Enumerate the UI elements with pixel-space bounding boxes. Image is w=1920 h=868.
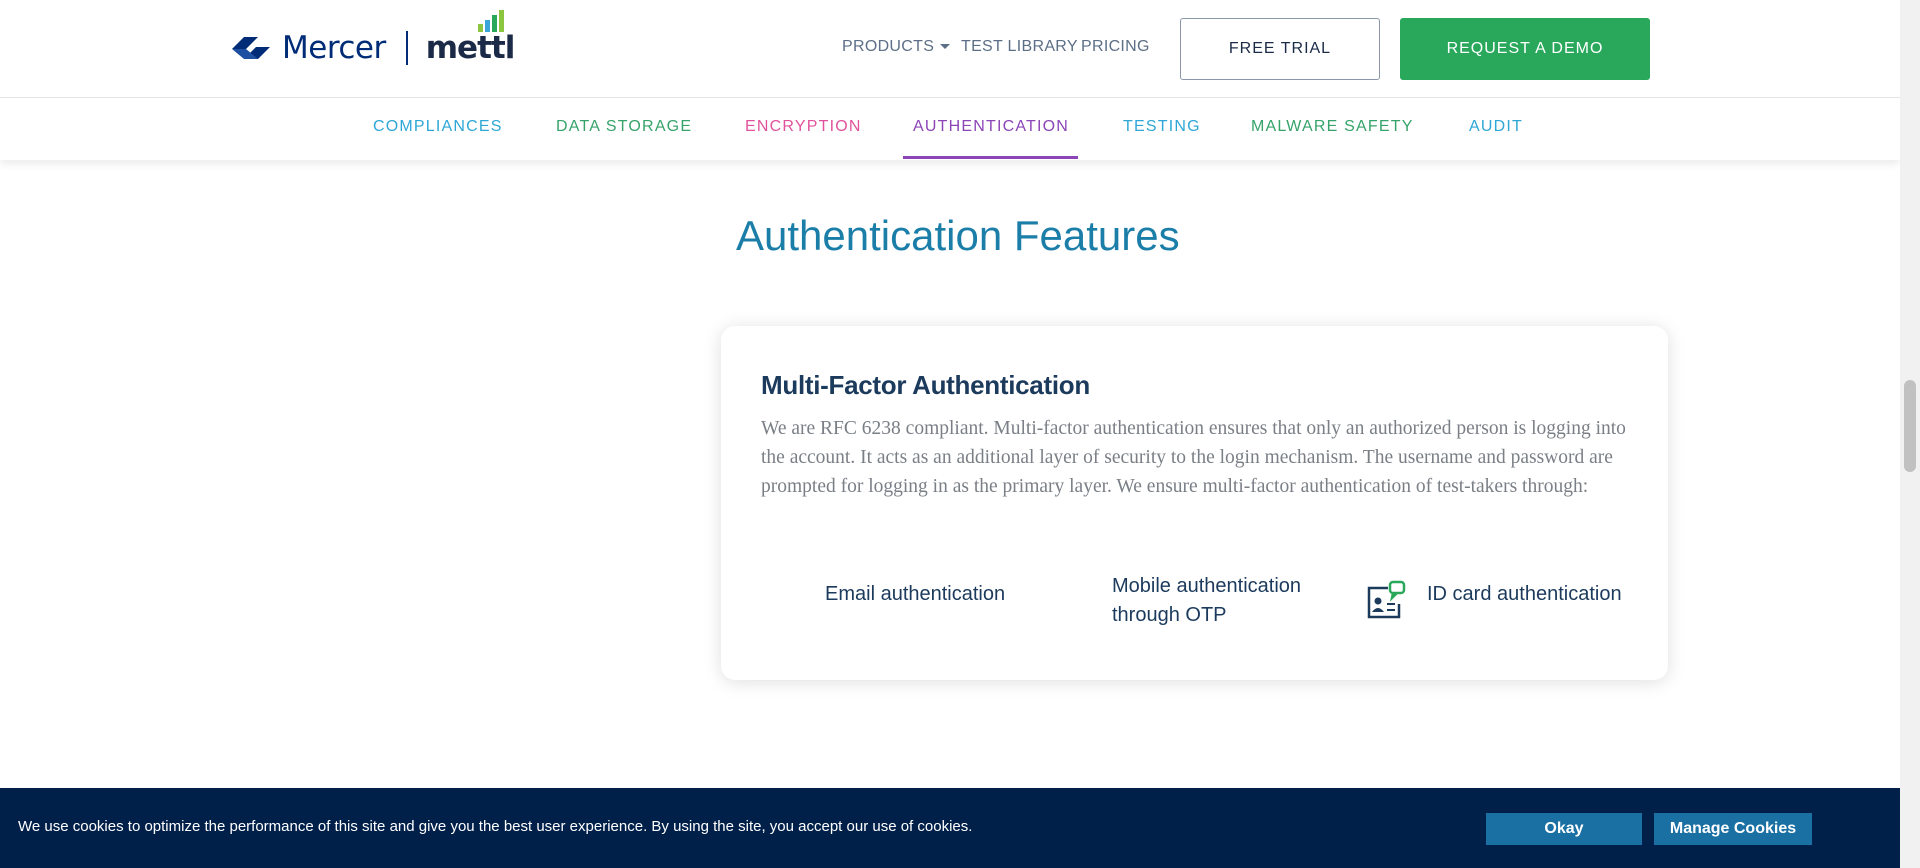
method-email: Email authentication [825,580,1005,609]
mettl-logo: mettl [425,10,516,66]
logo-divider [405,31,408,65]
cookie-message: We use cookies to optimize the performan… [18,818,973,835]
brand-logo[interactable]: Mercer mettl [230,10,516,78]
method-mobile-label-line2: through OTP [1112,604,1227,626]
tab-data-storage[interactable]: DATA STORAGE [556,118,692,136]
card-body: We are RFC 6238 compliant. Multi-factor … [761,418,1626,497]
bar-chart-icon [477,10,504,32]
nav-products[interactable]: PRODUCTS [842,38,951,56]
page-scrollbar[interactable] [1900,0,1920,868]
active-tab-indicator [903,156,1078,159]
method-email-label: Email authentication [825,583,1006,605]
brand-mercer-text: Mercer [282,30,386,66]
brand-mettl-text: mettl [425,30,516,66]
free-trial-button[interactable]: FREE TRIAL [1180,18,1380,80]
method-id-card-label: ID card authentication [1427,583,1622,605]
tab-malware-safety[interactable]: MALWARE SAFETY [1251,118,1414,136]
tab-compliances[interactable]: COMPLIANCES [373,118,503,136]
method-mobile: Mobile authentication through OTP [1112,572,1301,630]
nav-products-label: PRODUCTS [842,38,935,55]
cookie-okay-button[interactable]: Okay [1486,813,1642,845]
feature-card: Multi-Factor Authentication We are RFC 6… [721,326,1668,680]
method-mobile-label-line1: Mobile authentication [1112,575,1302,597]
card-title: Multi-Factor Authentication [761,370,1090,400]
page: Mercer mettl PRODUCTS TEST LIBRARY PRICI… [0,0,1920,868]
mercer-logo-icon [232,37,270,59]
id-card-icon [1367,580,1406,619]
request-demo-button[interactable]: REQUEST A DEMO [1400,18,1650,80]
section-title: Authentication Features [736,212,1180,259]
scrollbar-thumb[interactable] [1904,380,1916,472]
tab-testing[interactable]: TESTING [1123,118,1201,136]
cookie-banner: We use cookies to optimize the performan… [0,788,1900,868]
method-id-card: ID card authentication [1427,580,1622,609]
manage-cookies-button[interactable]: Manage Cookies [1654,813,1812,845]
nav-pricing[interactable]: PRICING [1081,38,1150,56]
tab-encryption[interactable]: ENCRYPTION [745,118,862,136]
caret-down-icon [940,44,951,50]
tab-authentication[interactable]: AUTHENTICATION [913,118,1069,136]
tab-audit[interactable]: AUDIT [1469,118,1523,136]
nav-test-library[interactable]: TEST LIBRARY [961,38,1078,56]
site-header: Mercer mettl PRODUCTS TEST LIBRARY PRICI… [0,0,1900,98]
section-tabs: COMPLIANCES DATA STORAGE ENCRYPTION AUTH… [0,98,1900,160]
